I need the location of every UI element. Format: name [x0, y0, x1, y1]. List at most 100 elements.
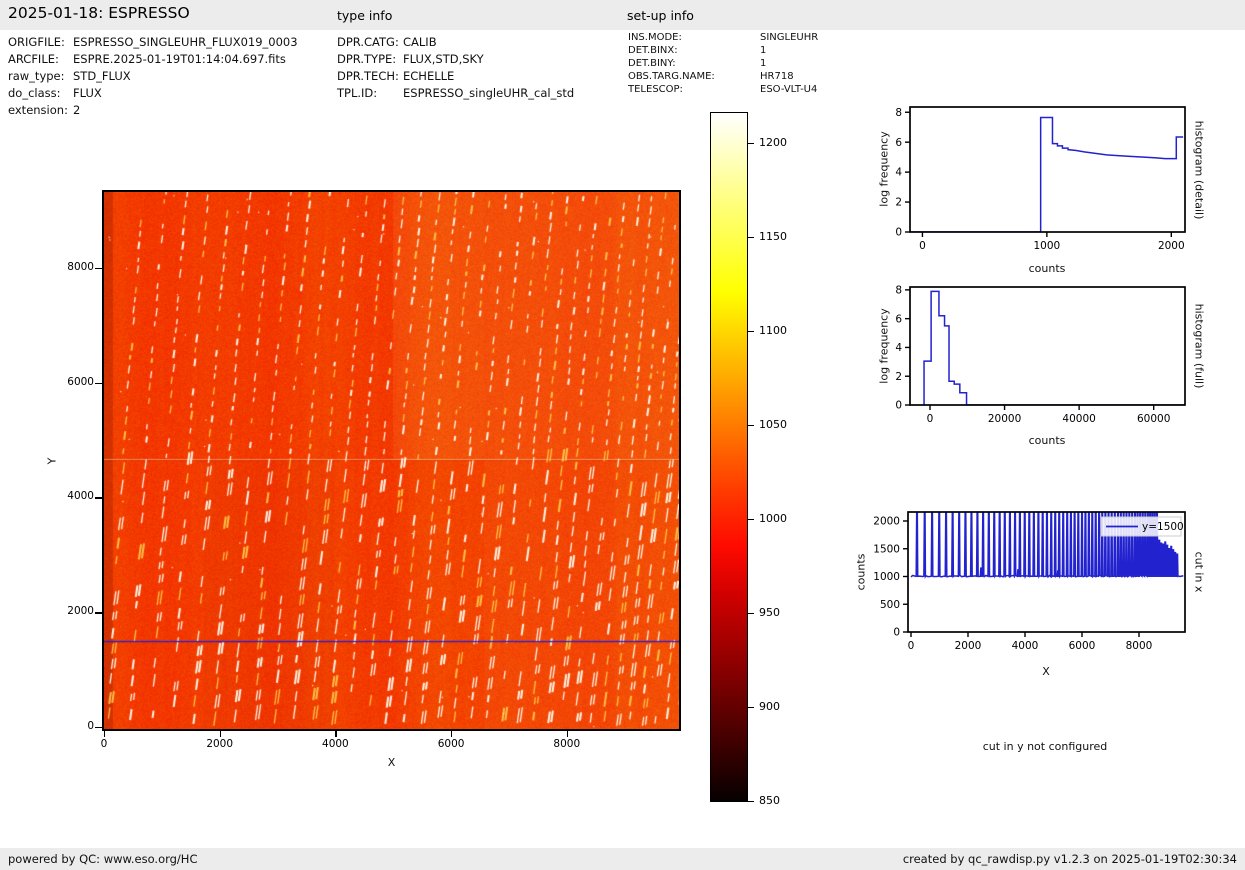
footer-created-by: created by qc_rawdisp.py v1.2.3 on 2025-…	[902, 852, 1237, 866]
info-value: ESO-VLT-U4	[760, 84, 818, 95]
x-tick-mark	[219, 731, 222, 737]
y-tick-label: 6	[895, 137, 902, 149]
type-info-block: DPR.CATG: CALIB DPR.TYPE: FLUX,STD,SKY DPR.T…	[337, 35, 574, 103]
info-value: 1	[760, 45, 767, 56]
x-tick-label: 6000	[437, 738, 465, 750]
info-value: ESPRESSO_singleUHR_cal_std	[403, 86, 575, 100]
header-bar: 2025-01-18: ESPRESSO type info set-up in…	[0, 0, 1245, 30]
y-tick-label: 6000	[67, 375, 94, 388]
plot-frame	[909, 106, 1186, 233]
info-value: FLUX,STD,SKY	[403, 52, 484, 66]
y-tick-mark	[95, 382, 102, 384]
info-row: ARCFILE: ESPRE.2025-01-19T01:14:04.697.fi…	[8, 52, 298, 69]
info-label: DET.BINY:	[628, 58, 676, 69]
info-value: ECHELLE	[403, 69, 455, 83]
info-row: DPR.TECH: ECHELLE	[337, 69, 574, 86]
info-value: CALIB	[403, 35, 437, 49]
y-tick-label: 2000	[873, 516, 900, 528]
info-row: extension: 2	[8, 103, 298, 120]
colorbar-tick-mark	[748, 425, 754, 427]
histogram-detail-data-line	[911, 116, 1184, 232]
x-tick-mark	[104, 731, 106, 737]
info-row: DET.BINX: 1	[628, 45, 818, 58]
y-tick-label: 0	[895, 227, 902, 239]
colorbar-tick-mark	[748, 801, 754, 803]
y-tick-label: 500	[880, 599, 900, 611]
info-label: DPR.CATG:	[337, 35, 399, 49]
y-tick-label: 2	[895, 197, 902, 209]
x-tick-label: 4000	[1012, 640, 1039, 652]
colorbar-tick-mark	[748, 613, 754, 615]
x-tick-label: 2000	[206, 738, 234, 750]
colorbar-tick-mark	[748, 237, 754, 239]
info-row: do_class: FLUX	[8, 86, 298, 103]
info-label: OBS.TARG.NAME:	[628, 71, 715, 82]
plot-frame	[909, 286, 1186, 406]
histogram-full-plot: 0 20000 40000 60000 0 2 4 6 8	[895, 284, 1186, 425]
histogram-full-xaxis-label: counts	[1028, 434, 1066, 447]
info-label: TELESCOP:	[628, 84, 683, 95]
colorbar-tick-label: 950	[759, 606, 780, 620]
cut-in-x-right-label: cut in x	[1192, 551, 1206, 593]
info-value: HR718	[760, 71, 794, 82]
colorbar-tick-label: 1050	[759, 418, 787, 432]
colorbar-tick-label: 1000	[759, 512, 787, 526]
y-tick-label: 1500	[873, 543, 900, 555]
histogram-detail-yaxis-label: log frequency	[877, 131, 891, 207]
histogram-full-data-line	[923, 290, 1185, 405]
info-row: TELESCOP: ESO-VLT-U4	[628, 84, 818, 97]
setup-info-header: set-up info	[627, 8, 694, 23]
cut-in-x-yaxis-label: counts	[854, 553, 868, 591]
info-label: DPR.TECH:	[337, 69, 399, 83]
info-value: 2	[73, 103, 81, 117]
info-row: DET.BINY: 1	[628, 58, 818, 71]
x-tick-mark	[335, 731, 337, 737]
histogram-detail-right-label: histogram (detail)	[1192, 120, 1206, 220]
x-tick-mark	[451, 731, 453, 737]
info-row: raw_type: STD_FLUX	[8, 69, 298, 86]
main-xaxis-label: X	[387, 756, 396, 769]
histogram-detail-plot: 0 1000 2000 0 2 4 6 8	[895, 106, 1186, 252]
info-label: INS.MODE:	[628, 32, 682, 43]
info-row: TPL.ID: ESPRESSO_singleUHR_cal_std	[337, 86, 574, 103]
page-title: 2025-01-18: ESPRESSO	[8, 4, 190, 22]
x-tick-label: 0	[927, 413, 934, 425]
y-tick-label: 0	[893, 627, 900, 639]
x-tick-label: 8000	[553, 738, 581, 750]
x-tick-label: 20000	[988, 413, 1021, 425]
cut-in-y-note: cut in y not configured	[982, 740, 1108, 753]
x-tick-label: 2000	[955, 640, 982, 652]
file-info-block: ORIGFILE: ESPRESSO_SINGLEUHR_FLUX019_0003…	[8, 35, 298, 120]
info-value: SINGLEUHR	[760, 32, 819, 43]
raw-frame-heatmap	[102, 190, 681, 731]
info-value: STD_FLUX	[73, 69, 131, 83]
colorbar-tick-mark	[748, 331, 754, 333]
colorbar-tick-label: 1150	[759, 230, 787, 244]
x-tick-label: 40000	[1062, 413, 1095, 425]
footer-powered-by: powered by QC: www.eso.org/HC	[8, 852, 198, 866]
info-label: TPL.ID:	[337, 86, 378, 100]
x-tick-label: 4000	[322, 738, 349, 750]
y-tick-mark	[95, 497, 102, 499]
info-label: do_class:	[8, 86, 61, 100]
histogram-full-yaxis-label: log frequency	[877, 308, 891, 384]
info-label: ARCFILE:	[8, 52, 59, 66]
colorbar-tick-label: 1200	[759, 136, 787, 150]
legend: y=1500	[1100, 516, 1184, 537]
y-tick-mark	[95, 612, 102, 614]
type-info-header: type info	[337, 8, 393, 23]
info-value: ESPRE.2025-01-19T01:14:04.697.fits	[73, 52, 286, 66]
y-tick-label: 8	[895, 107, 902, 119]
cut-in-x-xaxis-label: X	[1042, 665, 1050, 678]
y-tick-mark	[95, 727, 102, 729]
x-tick-label: 1000	[1034, 240, 1061, 252]
x-tick-label: 0	[919, 240, 926, 252]
x-tick-label: 0	[100, 738, 108, 750]
histogram-detail-xaxis-label: counts	[1028, 262, 1066, 275]
colorbar-tick-label: 900	[759, 700, 780, 713]
y-tick-label: 0	[87, 720, 94, 732]
x-tick-label: 0	[908, 640, 915, 652]
info-label: DPR.TYPE:	[337, 52, 397, 66]
x-tick-mark	[566, 731, 569, 737]
histogram-full-right-label: histogram (full)	[1192, 303, 1206, 389]
